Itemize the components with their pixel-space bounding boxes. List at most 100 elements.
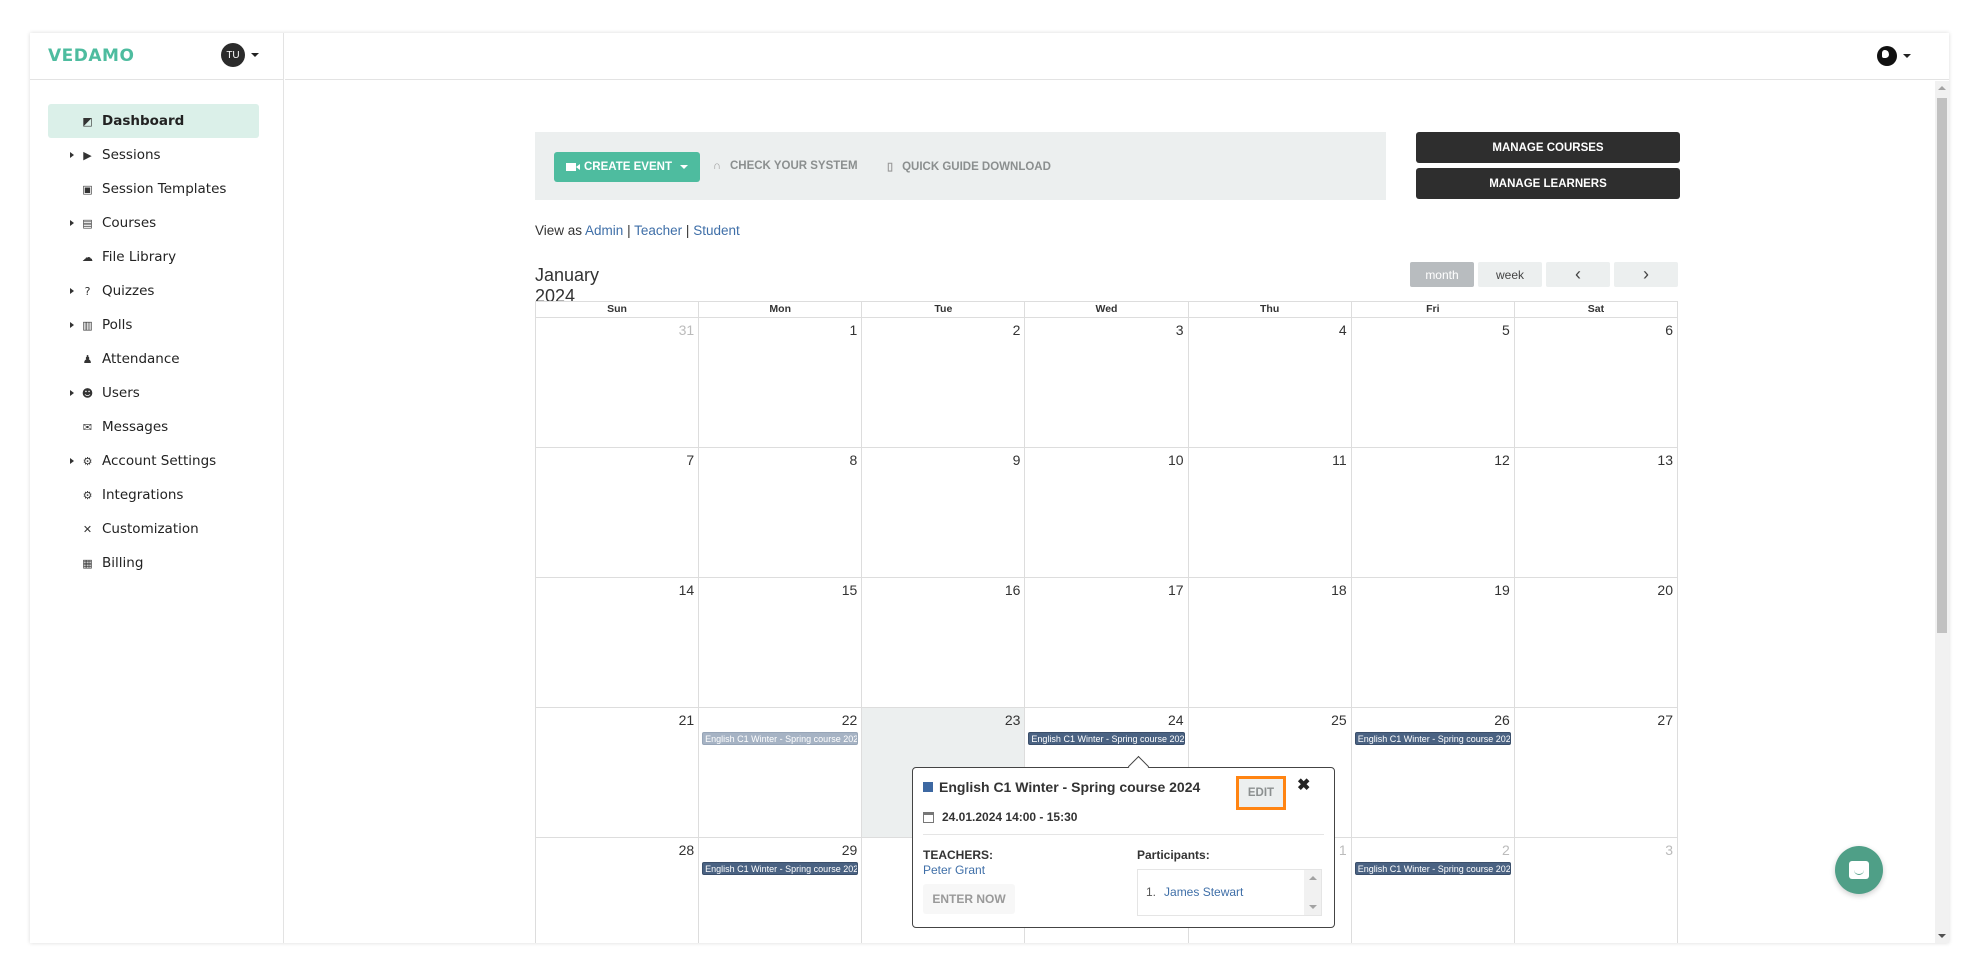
day-number[interactable]: 9 xyxy=(1013,452,1021,468)
calendar-day-cell[interactable]: 7 xyxy=(536,448,700,577)
user-menu[interactable]: TU xyxy=(221,43,259,67)
calendar-day-cell[interactable]: 20 xyxy=(1515,578,1678,707)
sidebar-item-messages[interactable]: ✉ Messages xyxy=(48,410,259,444)
calendar-day-cell[interactable]: 6 xyxy=(1515,318,1678,447)
calendar-day-cell[interactable]: 8 xyxy=(699,448,863,577)
day-number[interactable]: 3 xyxy=(1665,842,1673,858)
sidebar-item-integrations[interactable]: ⚙ Integrations xyxy=(48,478,259,512)
sidebar-item-polls[interactable]: ▥ Polls xyxy=(48,308,259,342)
view-as-teacher-link[interactable]: Teacher xyxy=(634,223,682,238)
scroll-up-arrow-icon[interactable] xyxy=(1938,86,1946,90)
sidebar-item-users[interactable]: ☻ Users xyxy=(48,376,259,410)
sidebar-item-billing[interactable]: ▦ Billing xyxy=(48,546,259,580)
day-number[interactable]: 28 xyxy=(679,842,695,858)
edit-event-button[interactable]: EDIT xyxy=(1236,776,1286,810)
expand-arrow-icon[interactable] xyxy=(70,458,74,464)
calendar-event[interactable]: English C1 Winter - Spring course 2024 xyxy=(702,732,859,745)
day-number[interactable]: 25 xyxy=(1331,712,1347,728)
sidebar-item-session-templates[interactable]: ▣ Session Templates xyxy=(48,172,259,206)
calendar-day-cell[interactable]: 15 xyxy=(699,578,863,707)
calendar-day-cell[interactable]: 13 xyxy=(1515,448,1678,577)
view-as-student-link[interactable]: Student xyxy=(693,223,740,238)
calendar-day-cell[interactable]: 2 English C1 Winter - Spring course 2024 xyxy=(1352,838,1515,943)
day-number[interactable]: 12 xyxy=(1494,452,1510,468)
expand-arrow-icon[interactable] xyxy=(70,152,74,158)
sidebar-item-attendance[interactable]: ♟ Attendance xyxy=(48,342,259,376)
sidebar-item-dashboard[interactable]: ◩ Dashboard xyxy=(48,104,259,138)
calendar-day-cell[interactable]: 26 English C1 Winter - Spring course 2024 xyxy=(1352,708,1515,837)
calendar-day-cell[interactable]: 31 xyxy=(536,318,700,447)
day-number[interactable]: 3 xyxy=(1176,322,1184,338)
calendar-event[interactable]: English C1 Winter - Spring course 2024 xyxy=(1354,732,1511,745)
expand-arrow-icon[interactable] xyxy=(70,390,74,396)
manage-learners-button[interactable]: MANAGE LEARNERS xyxy=(1416,168,1680,199)
week-view-button[interactable]: week xyxy=(1478,262,1542,287)
manage-courses-button[interactable]: MANAGE COURSES xyxy=(1416,132,1680,163)
day-number[interactable]: 26 xyxy=(1494,712,1510,728)
expand-arrow-icon[interactable] xyxy=(70,288,74,294)
participants-scrollbar[interactable] xyxy=(1304,870,1321,915)
month-view-button[interactable]: month xyxy=(1410,262,1474,287)
day-number[interactable]: 15 xyxy=(842,582,858,598)
day-number[interactable]: 7 xyxy=(686,452,694,468)
page-scrollbar[interactable] xyxy=(1935,81,1949,943)
calendar-day-cell[interactable]: 10 xyxy=(1025,448,1189,577)
day-number[interactable]: 29 xyxy=(842,842,858,858)
day-number[interactable]: 10 xyxy=(1168,452,1184,468)
sidebar-item-quizzes[interactable]: ? Quizzes xyxy=(48,274,259,308)
day-number[interactable]: 11 xyxy=(1332,452,1347,468)
expand-arrow-icon[interactable] xyxy=(70,220,74,226)
day-number[interactable]: 19 xyxy=(1494,582,1510,598)
vedamo-logo[interactable]: VEDAMO xyxy=(48,46,134,66)
calendar-day-cell[interactable]: 28 xyxy=(536,838,700,943)
prev-month-button[interactable]: ‹ xyxy=(1546,262,1610,287)
scroll-down-arrow-icon[interactable] xyxy=(1309,905,1317,909)
support-chat-button[interactable] xyxy=(1835,846,1883,894)
create-event-button[interactable]: CREATE EVENT xyxy=(554,152,700,182)
sidebar-item-account-settings[interactable]: ⚙ Account Settings xyxy=(48,444,259,478)
sidebar-item-customization[interactable]: ✕ Customization xyxy=(48,512,259,546)
calendar-day-cell[interactable]: 3 xyxy=(1515,838,1678,943)
day-number[interactable]: 1 xyxy=(849,322,857,338)
day-number[interactable]: 14 xyxy=(679,582,695,598)
check-system-link[interactable]: ∩ CHECK YOUR SYSTEM xyxy=(713,160,858,172)
day-number[interactable]: 20 xyxy=(1657,582,1673,598)
calendar-day-cell[interactable]: 27 xyxy=(1515,708,1678,837)
calendar-day-cell[interactable]: 22 English C1 Winter - Spring course 2024 xyxy=(699,708,863,837)
day-number[interactable]: 6 xyxy=(1665,322,1673,338)
day-number[interactable]: 27 xyxy=(1657,712,1673,728)
day-number[interactable]: 8 xyxy=(849,452,857,468)
calendar-day-cell[interactable]: 9 xyxy=(862,448,1026,577)
calendar-day-cell[interactable]: 12 xyxy=(1352,448,1515,577)
sidebar-item-sessions[interactable]: ▶ Sessions xyxy=(48,138,259,172)
calendar-day-cell[interactable]: 21 xyxy=(536,708,700,837)
day-number[interactable]: 1 xyxy=(1339,842,1347,858)
scroll-thumb[interactable] xyxy=(1937,98,1947,633)
close-icon[interactable]: ✖ xyxy=(1297,775,1310,795)
calendar-day-cell[interactable]: 4 xyxy=(1189,318,1352,447)
day-number[interactable]: 16 xyxy=(1005,582,1021,598)
calendar-event[interactable]: English C1 Winter - Spring course 2024 xyxy=(1028,732,1185,745)
day-number[interactable]: 4 xyxy=(1339,322,1347,338)
day-number[interactable]: 21 xyxy=(679,712,695,728)
day-number[interactable]: 13 xyxy=(1657,452,1673,468)
day-number[interactable]: 2 xyxy=(1502,842,1510,858)
calendar-day-cell[interactable]: 16 xyxy=(862,578,1026,707)
view-as-admin-link[interactable]: Admin xyxy=(585,223,623,238)
expand-arrow-icon[interactable] xyxy=(70,322,74,328)
sidebar-item-courses[interactable]: ▤ Courses xyxy=(48,206,259,240)
calendar-day-cell[interactable]: 29 English C1 Winter - Spring course 2024 xyxy=(699,838,863,943)
day-number[interactable]: 5 xyxy=(1502,322,1510,338)
avatar[interactable]: TU xyxy=(221,43,245,67)
scroll-down-arrow-icon[interactable] xyxy=(1938,934,1946,938)
day-number[interactable]: 2 xyxy=(1013,322,1021,338)
calendar-day-cell[interactable]: 17 xyxy=(1025,578,1189,707)
calendar-day-cell[interactable]: 2 xyxy=(862,318,1026,447)
calendar-event[interactable]: English C1 Winter - Spring course 2024 xyxy=(1354,862,1511,875)
calendar-day-cell[interactable]: 18 xyxy=(1189,578,1352,707)
next-month-button[interactable]: › xyxy=(1614,262,1678,287)
calendar-day-cell[interactable]: 14 xyxy=(536,578,700,707)
language-selector[interactable] xyxy=(1877,46,1911,66)
calendar-day-cell[interactable]: 5 xyxy=(1352,318,1515,447)
day-number[interactable]: 22 xyxy=(842,712,858,728)
